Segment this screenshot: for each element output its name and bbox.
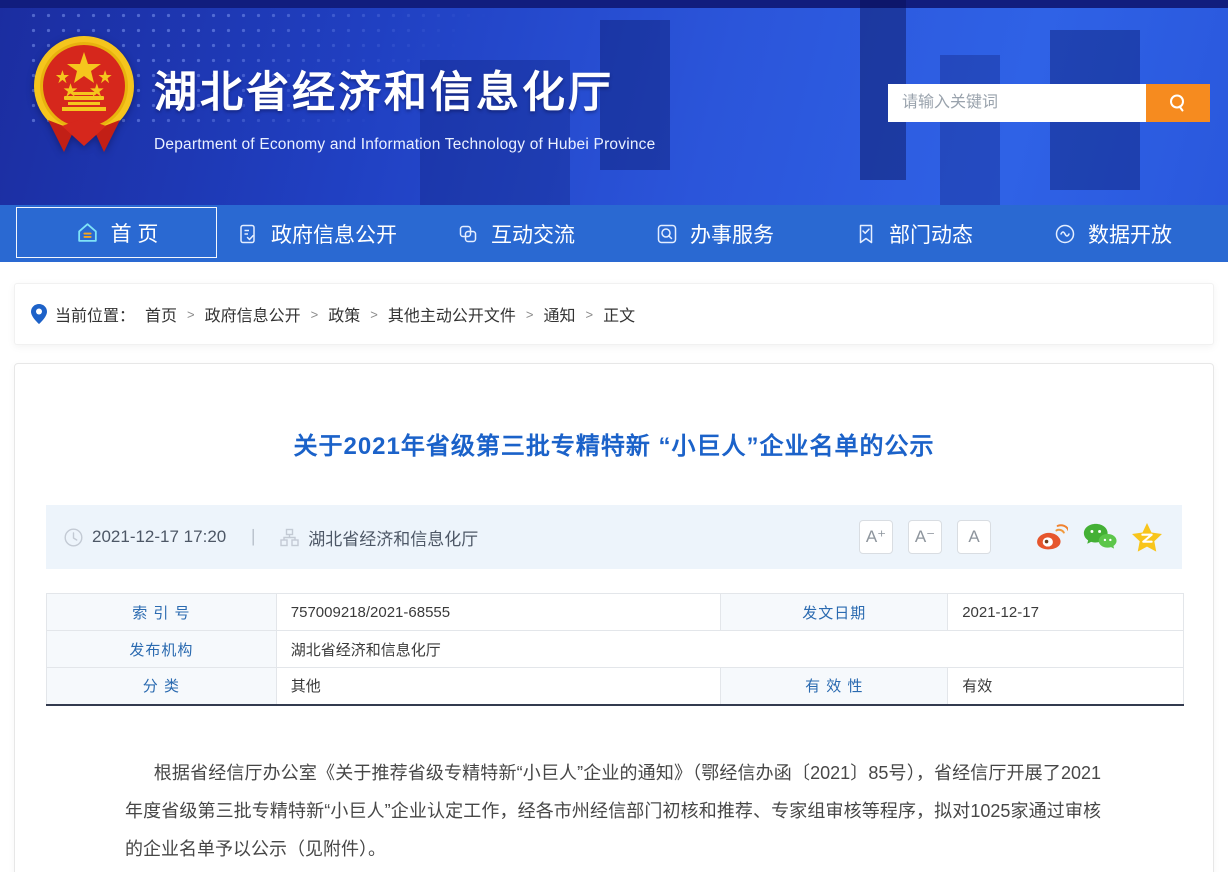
- category-value: 其他: [276, 668, 721, 705]
- weibo-icon[interactable]: [1035, 523, 1068, 551]
- department-news-icon: [854, 222, 878, 246]
- qzone-icon[interactable]: [1132, 523, 1162, 552]
- article-source: 湖北省经济和信息化厅: [308, 525, 478, 550]
- clock-icon: [64, 528, 83, 547]
- breadcrumb-separator: >: [370, 307, 378, 322]
- article-meta-right: A⁺ A⁻ A: [859, 520, 1162, 554]
- nav-label: 数据开放: [1088, 219, 1172, 249]
- font-reset-button[interactable]: A: [957, 520, 991, 554]
- breadcrumb-separator: >: [187, 307, 195, 322]
- site-header: 湖北省经济和信息化厅 Department of Economy and Inf…: [0, 0, 1228, 205]
- breadcrumb: 当前位置： 首页 > 政府信息公开 > 政策 > 其他主动公开文件 > 通知 >…: [14, 283, 1214, 345]
- table-row: 分 类 其他 有 效 性 有效: [47, 668, 1184, 705]
- nav-label: 部门动态: [889, 219, 973, 249]
- nav-label: 办事服务: [690, 219, 774, 249]
- source-org-icon: [280, 528, 299, 547]
- wechat-icon[interactable]: [1083, 523, 1117, 551]
- location-pin-icon: [31, 304, 47, 324]
- validity-label: 有 效 性: [721, 668, 948, 705]
- index-number-value: 757009218/2021-68555: [276, 594, 721, 631]
- breadcrumb-separator: >: [585, 307, 593, 322]
- breadcrumb-item-current: 正文: [603, 302, 635, 326]
- breadcrumb-item-home[interactable]: 首页: [145, 302, 177, 326]
- main-nav: 首 页 政府信息公开 互动交流: [0, 205, 1228, 262]
- service-search-icon: [655, 222, 679, 246]
- article-meta-left: 2021-12-17 17:20 丨 湖北省经济和信息化厅: [64, 524, 478, 550]
- gov-info-icon: [236, 222, 260, 246]
- site-brand: 湖北省经济和信息化厅 Department of Economy and Inf…: [28, 34, 655, 154]
- breadcrumb-separator: >: [311, 307, 319, 322]
- breadcrumb-item-policy[interactable]: 政策: [328, 302, 360, 326]
- site-titles: 湖北省经济和信息化厅 Department of Economy and Inf…: [154, 34, 655, 154]
- nav-item-home[interactable]: 首 页: [16, 207, 217, 258]
- nav-label: 互动交流: [491, 219, 575, 249]
- publisher-label: 发布机构: [47, 631, 277, 668]
- nav-item-gov-info[interactable]: 政府信息公开: [217, 205, 416, 262]
- breadcrumb-item-gov-info[interactable]: 政府信息公开: [205, 302, 301, 326]
- nav-item-services[interactable]: 办事服务: [615, 205, 814, 262]
- article-title: 关于2021年省级第三批专精特新 “小巨人”企业名单的公示: [15, 426, 1213, 461]
- search-icon: [1167, 92, 1189, 114]
- nav-item-open-data[interactable]: 数据开放: [1013, 205, 1212, 262]
- issue-date-value: 2021-12-17: [948, 594, 1184, 631]
- issue-date-label: 发文日期: [721, 594, 948, 631]
- nav-label: 首 页: [111, 218, 159, 248]
- table-row: 发布机构 湖北省经济和信息化厅: [47, 631, 1184, 668]
- document-info-table: 索 引 号 757009218/2021-68555 发文日期 2021-12-…: [46, 593, 1184, 706]
- search-bar: [888, 84, 1210, 122]
- publish-time: 2021-12-17 17:20: [92, 527, 226, 547]
- breadcrumb-item-notice[interactable]: 通知: [543, 302, 575, 326]
- index-number-label: 索 引 号: [47, 594, 277, 631]
- skyline-decoration: [940, 55, 1000, 205]
- nav-label: 政府信息公开: [271, 219, 397, 249]
- nav-item-department-news[interactable]: 部门动态: [814, 205, 1013, 262]
- page: 湖北省经济和信息化厅 Department of Economy and Inf…: [0, 0, 1228, 872]
- article-meta-bar: 2021-12-17 17:20 丨 湖北省经济和信息化厅 A⁺ A⁻ A: [46, 505, 1182, 569]
- publisher-value: 湖北省经济和信息化厅: [276, 631, 1183, 668]
- open-data-icon: [1053, 222, 1077, 246]
- nav-item-interaction[interactable]: 互动交流: [416, 205, 615, 262]
- breadcrumb-item-other-docs[interactable]: 其他主动公开文件: [388, 302, 516, 326]
- breadcrumb-separator: >: [526, 307, 534, 322]
- article-card: 关于2021年省级第三批专精特新 “小巨人”企业名单的公示 2021-12-17…: [14, 363, 1214, 872]
- breadcrumb-label: 当前位置：: [55, 302, 135, 326]
- site-title: 湖北省经济和信息化厅: [154, 58, 655, 120]
- table-row: 索 引 号 757009218/2021-68555 发文日期 2021-12-…: [47, 594, 1184, 631]
- national-emblem-logo[interactable]: [28, 34, 140, 152]
- article-body-paragraph: 根据省经信厅办公室《关于推荐省级专精特新“小巨人”企业的通知》（鄂经信办函〔20…: [125, 754, 1101, 868]
- font-smaller-button[interactable]: A⁻: [908, 520, 942, 554]
- meta-divider: 丨: [244, 524, 262, 550]
- interaction-icon: [456, 222, 480, 246]
- font-larger-button[interactable]: A⁺: [859, 520, 893, 554]
- category-label: 分 类: [47, 668, 277, 705]
- site-subtitle-en: Department of Economy and Information Te…: [154, 136, 655, 154]
- validity-value: 有效: [948, 668, 1184, 705]
- search-button[interactable]: [1146, 84, 1210, 122]
- home-icon: [75, 220, 100, 245]
- search-input[interactable]: [888, 84, 1146, 122]
